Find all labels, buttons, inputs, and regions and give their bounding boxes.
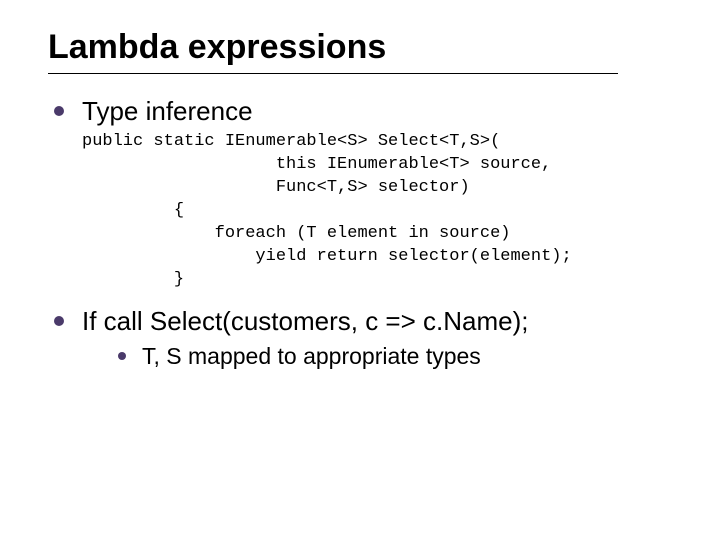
- sub-bullet-text: T, S mapped to appropriate types: [142, 343, 481, 369]
- bullet-if-call: If call Select(customers, c => c.Name); …: [52, 306, 680, 370]
- slide-title: Lambda expressions: [48, 28, 680, 67]
- bullet-text: If call Select(customers, c => c.Name);: [82, 306, 528, 336]
- sub-bullet-list: T, S mapped to appropriate types: [82, 343, 680, 370]
- bullet-type-inference: Type inference public static IEnumerable…: [52, 96, 680, 292]
- slide: Lambda expressions Type inference public…: [0, 0, 720, 540]
- bullet-text: Type inference: [82, 96, 253, 126]
- code-block: public static IEnumerable<S> Select<T,S>…: [82, 131, 680, 292]
- title-underline: [48, 73, 618, 74]
- sub-bullet-mapping: T, S mapped to appropriate types: [116, 343, 680, 370]
- bullet-list: Type inference public static IEnumerable…: [48, 96, 680, 370]
